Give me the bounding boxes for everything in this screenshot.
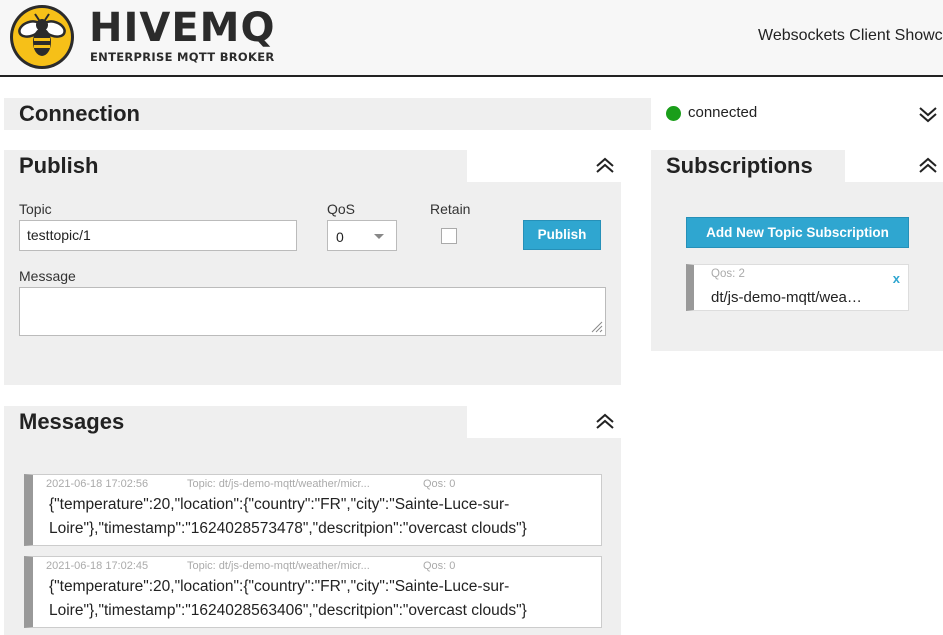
subscription-item[interactable]: Qos: 2 dt/js-demo-mqtt/wea… x bbox=[686, 264, 909, 311]
hivemq-bee-logo-icon bbox=[10, 5, 74, 69]
publish-button[interactable]: Publish bbox=[523, 220, 601, 250]
publish-message-textarea[interactable] bbox=[19, 287, 606, 336]
connection-title: Connection bbox=[19, 101, 140, 126]
collapse-messages-chevron-icon[interactable] bbox=[595, 412, 615, 432]
subscriptions-title: Subscriptions bbox=[666, 153, 813, 178]
brand-subtitle: ENTERPRISE MQTT BROKER bbox=[90, 50, 275, 64]
message-timestamp: 2021-06-18 17:02:56 bbox=[46, 478, 149, 490]
resize-handle-icon[interactable] bbox=[591, 321, 603, 333]
dropdown-arrow-icon bbox=[374, 234, 384, 239]
connection-status-indicator bbox=[666, 106, 681, 121]
expand-connection-chevron-icon[interactable] bbox=[918, 104, 938, 124]
messages-title: Messages bbox=[19, 409, 125, 434]
message-item: 2021-06-18 17:02:45 Topic: dt/js-demo-mq… bbox=[24, 556, 602, 628]
qos-selected-value: 0 bbox=[336, 229, 344, 245]
message-topic: Topic: dt/js-demo-mqtt/weather/micr... bbox=[187, 560, 370, 572]
retain-label: Retain bbox=[430, 201, 471, 217]
qos-select[interactable]: 0 bbox=[327, 220, 397, 251]
message-item: 2021-06-18 17:02:56 Topic: dt/js-demo-mq… bbox=[24, 474, 602, 546]
publish-topic-input[interactable]: testtopic/1 bbox=[19, 220, 297, 251]
retain-checkbox[interactable] bbox=[441, 228, 457, 244]
collapse-publish-chevron-icon[interactable] bbox=[595, 156, 615, 176]
unsubscribe-close-icon[interactable]: x bbox=[893, 271, 900, 286]
message-topic: Topic: dt/js-demo-mqtt/weather/micr... bbox=[187, 478, 370, 490]
message-payload: {"temperature":20,"location":{"country":… bbox=[49, 578, 527, 619]
brand-name: HIVEMQ bbox=[89, 5, 276, 51]
collapse-subscriptions-chevron-icon[interactable] bbox=[918, 156, 938, 176]
subscription-qos: Qos: 2 bbox=[711, 268, 745, 280]
page-title: Websockets Client Showc bbox=[758, 27, 943, 44]
message-payload: {"temperature":20,"location":{"country":… bbox=[49, 496, 527, 537]
publish-panel: Publish bbox=[4, 150, 621, 385]
message-qos: Qos: 0 bbox=[423, 560, 456, 572]
message-qos: Qos: 0 bbox=[423, 478, 456, 490]
topic-label: Topic bbox=[19, 201, 52, 217]
publish-title: Publish bbox=[19, 153, 99, 178]
message-label: Message bbox=[19, 268, 76, 284]
connection-status-text: connected bbox=[688, 104, 758, 121]
connection-panel[interactable]: Connection bbox=[4, 98, 651, 130]
subscription-topic: dt/js-demo-mqtt/wea… bbox=[711, 289, 862, 306]
qos-label: QoS bbox=[327, 201, 356, 217]
header: HIVEMQ ENTERPRISE MQTT BROKER Websockets… bbox=[0, 0, 943, 77]
add-topic-subscription-button[interactable]: Add New Topic Subscription bbox=[686, 217, 909, 248]
subscriptions-panel: Subscriptions bbox=[651, 150, 943, 351]
message-timestamp: 2021-06-18 17:02:45 bbox=[46, 560, 149, 572]
publish-topic-value: testtopic/1 bbox=[27, 227, 91, 243]
